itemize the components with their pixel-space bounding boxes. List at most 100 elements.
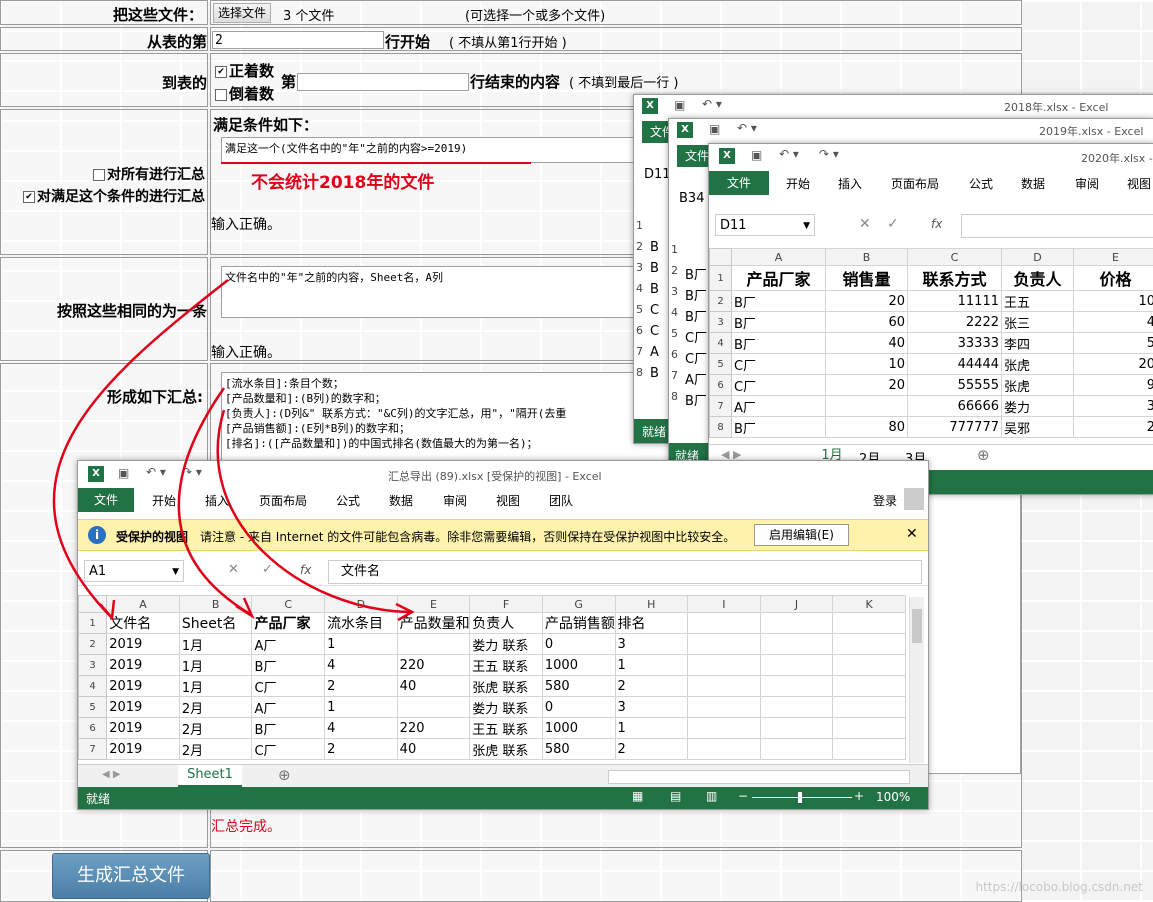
undo-icon[interactable]: ↶ ▾	[702, 97, 722, 111]
cell[interactable]: C厂	[731, 374, 826, 396]
cell[interactable]: 20	[825, 290, 908, 312]
row-header[interactable]: 5	[636, 303, 650, 324]
tab-home[interactable]: 开始	[152, 492, 176, 509]
col-header[interactable]: G	[541, 595, 616, 613]
zoom-slider[interactable]	[752, 792, 852, 803]
cell[interactable]: 张虎	[1001, 374, 1074, 396]
cell[interactable]	[832, 738, 906, 760]
cell[interactable]	[832, 717, 906, 739]
excel-window-summary[interactable]: X ▣ ↶ ▾ ↷ ▾ 汇总导出 (89).xlsx [受保护的视图] - Ex…	[77, 460, 929, 810]
cell[interactable]: 2	[614, 675, 689, 697]
cell[interactable]: 2	[324, 738, 398, 760]
cell[interactable]	[832, 696, 906, 718]
col-header[interactable]: I	[687, 595, 761, 613]
cell[interactable]: B厂	[731, 290, 826, 312]
cell[interactable]	[687, 633, 761, 655]
row-header[interactable]: 7	[636, 345, 650, 366]
row-header[interactable]: 2	[671, 264, 685, 285]
cell[interactable]: 10	[1073, 290, 1153, 312]
cell[interactable]: 66666	[907, 395, 1002, 417]
cell[interactable]: 王五 联系	[469, 717, 543, 739]
cell[interactable]: C	[650, 303, 659, 324]
cell[interactable]: 33333	[907, 332, 1002, 354]
tab-data[interactable]: 数据	[1021, 175, 1045, 192]
name-box[interactable]: A1 ▼	[84, 560, 184, 582]
avatar[interactable]	[904, 488, 924, 510]
cell[interactable]	[759, 696, 834, 718]
cell[interactable]: A厂	[251, 696, 326, 718]
cell[interactable]	[759, 612, 834, 634]
tab-review[interactable]: 审阅	[1075, 175, 1099, 192]
cell[interactable]: B	[650, 240, 659, 261]
cell[interactable]: 2222	[907, 311, 1002, 333]
cell[interactable]	[759, 717, 834, 739]
checkbox-icon[interactable]	[93, 169, 105, 181]
cell[interactable]: 4	[324, 654, 398, 676]
formula-bar[interactable]: 文件名	[328, 560, 922, 584]
cell[interactable]: 55555	[907, 374, 1002, 396]
cell[interactable]: 联系方式	[907, 265, 1002, 291]
cell[interactable]: C	[650, 324, 659, 345]
cell[interactable]	[687, 654, 761, 676]
opt-condition[interactable]: ✔ 对满足这个条件的进行汇总	[23, 186, 205, 206]
cell[interactable]: B厂	[731, 416, 826, 438]
cell[interactable]: 20	[1073, 353, 1153, 375]
cell[interactable]: 王五 联系	[469, 654, 543, 676]
fx-icon[interactable]: fx	[931, 217, 942, 231]
save-icon[interactable]: ▣	[751, 148, 762, 162]
cell[interactable]: 娄力	[1001, 395, 1074, 417]
cell[interactable]: 80	[825, 416, 908, 438]
tab-home[interactable]: 开始	[786, 175, 810, 192]
col-header[interactable]: B	[825, 248, 908, 266]
formula-bar[interactable]	[961, 214, 1153, 238]
col-header[interactable]: B	[178, 595, 253, 613]
cell[interactable]: 40	[396, 675, 471, 697]
chevron-down-icon[interactable]: ▼	[803, 215, 810, 237]
row-header[interactable]: 3	[709, 311, 732, 333]
choose-file-button[interactable]: 选择文件	[213, 3, 272, 23]
cell[interactable]: 2月	[178, 717, 253, 739]
cell[interactable]: A厂	[685, 369, 707, 390]
row-header[interactable]: 8	[709, 416, 732, 438]
col-header[interactable]: C	[251, 595, 326, 613]
tab-file[interactable]: 文件	[709, 171, 769, 195]
cell[interactable]: 娄力 联系	[469, 696, 543, 718]
cell[interactable]: B厂	[685, 306, 707, 327]
cell[interactable]	[687, 696, 761, 718]
cell[interactable]	[832, 654, 906, 676]
sheet-tab-sheet1[interactable]: Sheet1	[178, 765, 242, 787]
row-header[interactable]: 6	[671, 348, 685, 369]
cell[interactable]: C厂	[731, 353, 826, 375]
cell[interactable]	[396, 633, 471, 655]
cell[interactable]: 流水条目	[324, 612, 398, 634]
tab-team[interactable]: 团队	[549, 492, 573, 509]
save-icon[interactable]: ▣	[118, 466, 129, 480]
redo-icon[interactable]: ↷ ▾	[182, 465, 202, 479]
cell[interactable]: C厂	[251, 675, 326, 697]
undo-icon[interactable]: ↶ ▾	[737, 121, 757, 135]
row-header[interactable]: 3	[671, 285, 685, 306]
cell[interactable]: 20	[825, 374, 908, 396]
start-line-input[interactable]	[212, 31, 384, 49]
cell[interactable]: C厂	[685, 327, 707, 348]
cell[interactable]: 2019	[106, 654, 180, 676]
zoom-out-icon[interactable]: −	[738, 789, 748, 803]
cancel-icon[interactable]: ✕	[228, 562, 239, 577]
cell[interactable]: 文件名	[106, 612, 180, 634]
sheet-grid[interactable]: A B C D E 1 产品厂家 销售量 联系方式 负责人 价格 2 B厂 20 11…	[709, 248, 1153, 438]
cell[interactable]: Sheet名	[178, 612, 253, 634]
row-header[interactable]: 6	[709, 374, 732, 396]
normal-view-icon[interactable]: ▦	[632, 789, 643, 803]
cell[interactable]	[759, 633, 834, 655]
cell[interactable]: 2月	[178, 738, 253, 760]
name-box[interactable]: B34	[679, 191, 704, 206]
cell[interactable]	[832, 675, 906, 697]
checkbox-checked-icon[interactable]: ✔	[215, 65, 227, 78]
cell[interactable]: C厂	[685, 348, 707, 369]
cell[interactable]: 2019	[106, 633, 180, 655]
cell[interactable]: 5	[1073, 332, 1153, 354]
cell[interactable]: B	[650, 282, 659, 303]
cell[interactable]: 0	[541, 696, 616, 718]
cell[interactable]	[396, 696, 471, 718]
cell[interactable]: 1	[614, 717, 689, 739]
